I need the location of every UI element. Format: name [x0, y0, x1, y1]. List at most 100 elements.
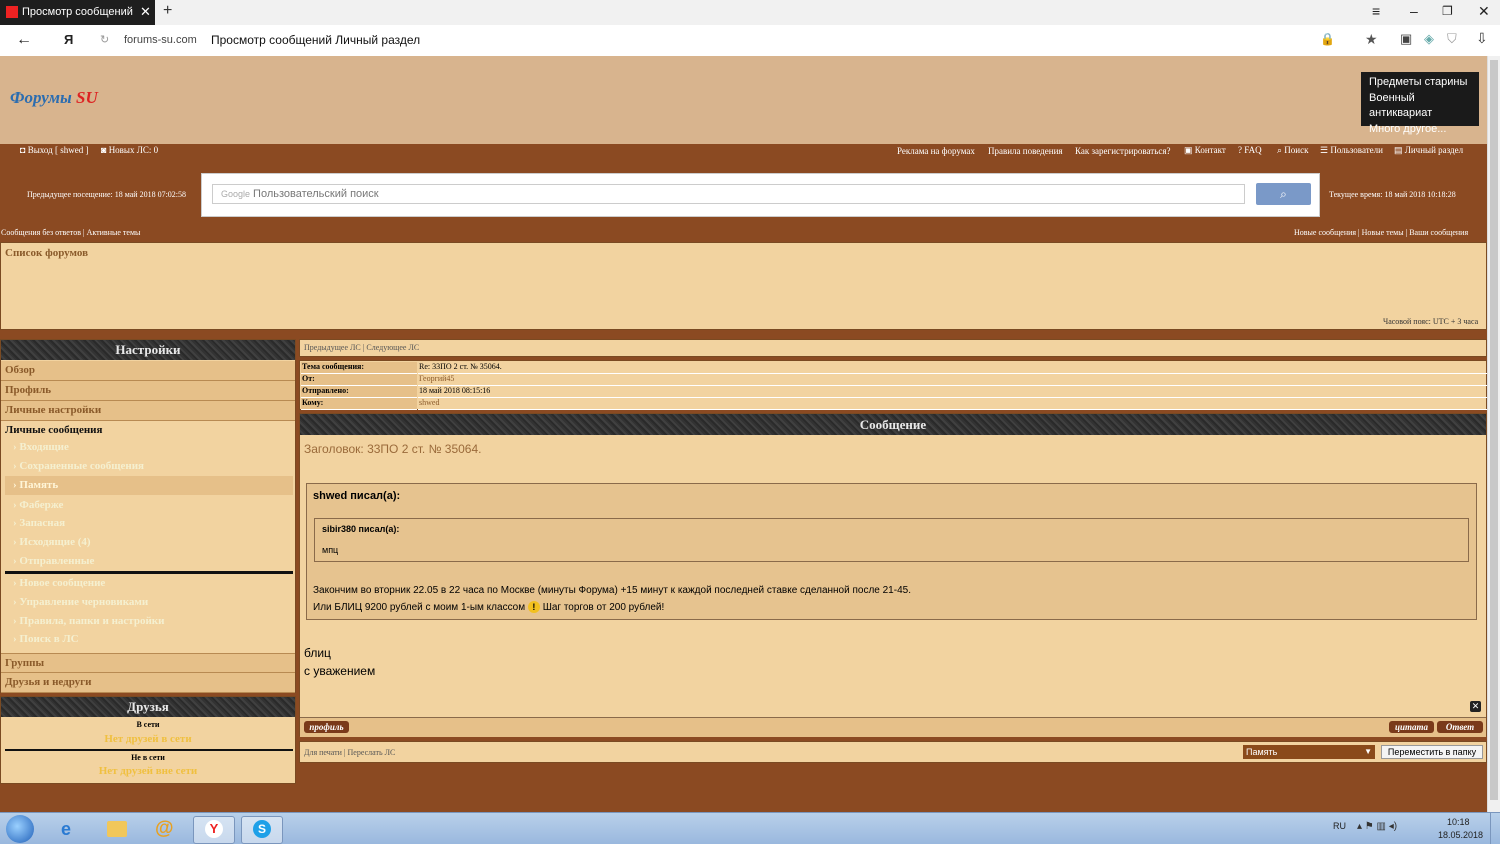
folder-select-value: Память [1246, 747, 1278, 757]
search-input[interactable]: Google Пользовательский поиск [212, 184, 1245, 204]
search-box: Google Пользовательский поиск ⌕ [201, 173, 1320, 217]
prev-next-links[interactable]: Предыдущее ЛС | Следующее ЛС [304, 343, 419, 352]
action-drafts[interactable]: › Управление черновиками [5, 593, 293, 612]
window-close-icon[interactable]: ✕ [1478, 3, 1490, 20]
ad-banner[interactable]: Предметы старины Военный антиквариат Мно… [1361, 72, 1479, 135]
sidebar-pm-section[interactable]: Личные сообщения [5, 424, 102, 436]
folder-select[interactable]: Память ▼ [1243, 745, 1375, 759]
exclamation-smiley-icon: ! [527, 601, 540, 613]
search-button[interactable]: ⌕ [1256, 183, 1311, 205]
nav-ads-link[interactable]: Реклама на форумах [897, 146, 975, 156]
download-icon[interactable]: ⇩ [1476, 30, 1488, 47]
search-icon: ⌕ [1280, 187, 1287, 201]
nav-members-link[interactable]: ☰ Пользователи [1320, 145, 1383, 156]
page-scrollbar[interactable] [1487, 56, 1500, 812]
online-empty: Нет друзей в сети [104, 733, 192, 745]
ie-icon[interactable]: e [49, 816, 89, 842]
skype-icon[interactable]: S [241, 816, 283, 844]
folder-inbox[interactable]: › Входящие [5, 438, 293, 457]
restore-icon[interactable]: ❐ [1442, 4, 1453, 18]
nav-ucp-link[interactable]: ▤ Личный раздел [1394, 145, 1463, 156]
start-button[interactable] [6, 815, 34, 843]
url-domain[interactable]: forums-su.com [124, 34, 197, 46]
logo-text: Форумы [10, 88, 77, 107]
logo-accent: SU [76, 88, 98, 107]
shield-icon[interactable]: ⛉ [1447, 31, 1457, 47]
reply-line-1: блиц [304, 646, 331, 660]
nav-contact-link[interactable]: ▣ Контакт [1184, 145, 1226, 156]
move-to-folder-button[interactable]: Переместить в папку [1381, 745, 1483, 759]
print-forward-links[interactable]: Для печати | Переслать ЛС [304, 748, 395, 757]
folder-sent[interactable]: › Отправленные [5, 552, 293, 571]
folder-label: Входящие [19, 441, 69, 453]
quote-button[interactable]: цитата [1389, 721, 1434, 733]
subnav-right[interactable]: Новые сообщения | Новые темы | Ваши сооб… [1294, 228, 1468, 237]
clock-time[interactable]: 10:18 [1447, 817, 1470, 827]
reply-line-2: с уважением [304, 664, 376, 678]
close-icon[interactable]: ✕ [140, 4, 151, 20]
folder-saved[interactable]: › Сохраненные сообщения [5, 457, 293, 476]
field-key: Отправлено: [301, 386, 417, 398]
mail-icon[interactable]: @ [145, 816, 185, 842]
current-time: Текущее время: 18 май 2018 10:18:28 [1329, 190, 1456, 199]
field-key: Тема сообщения: [301, 362, 417, 374]
logout-link[interactable]: ◘ Выход [ shwed ] [20, 145, 88, 155]
scrollbar-thumb[interactable] [1490, 60, 1498, 800]
action-search[interactable]: › Поиск в ЛС [5, 630, 293, 649]
folder-faberge[interactable]: › Фаберже [5, 496, 293, 515]
reply-button[interactable]: Ответ [1437, 721, 1483, 733]
breadcrumb-link[interactable]: Список форумов [5, 247, 88, 259]
folder-outbox[interactable]: › Исходящие (4) [5, 533, 293, 552]
browser-tab[interactable]: Просмотр сообщений Л ✕ [0, 0, 155, 25]
explorer-icon[interactable] [97, 816, 137, 842]
reload-icon[interactable]: ↻ [100, 33, 109, 46]
star-icon[interactable]: ★ [1365, 31, 1378, 48]
protect-icon[interactable]: ◈ [1424, 31, 1434, 47]
recipient-link[interactable]: shwed [418, 398, 1487, 410]
profile-button[interactable]: профиль [304, 721, 349, 733]
friends-panel: Друзья В сети Нет друзей в сети Не в сет… [0, 696, 296, 784]
field-from: От: Георгий45 [300, 374, 1487, 386]
language-indicator[interactable]: RU [1333, 821, 1346, 831]
nav-faq-link[interactable]: ? FAQ [1238, 145, 1262, 155]
show-desktop-button[interactable] [1490, 813, 1500, 844]
report-close-icon[interactable]: ✕ [1470, 701, 1481, 712]
field-value: Re: 33ПО 2 ст. № 35064. [418, 362, 1487, 374]
nav-register-link[interactable]: Как зарегистрироваться? [1075, 146, 1170, 156]
sidebar-header: Настройки [1, 340, 295, 360]
lock-icon[interactable]: 🔒 [1320, 32, 1335, 46]
sender-link[interactable]: Георгий45 [418, 374, 1487, 386]
yandex-icon[interactable]: Я [64, 32, 73, 47]
url-title[interactable]: Просмотр сообщений Личный раздел [211, 33, 420, 47]
message-heading: Заголовок: 33ПО 2 ст. № 35064. [304, 442, 482, 456]
sidebar-item-profile[interactable]: Профиль [1, 381, 295, 401]
menu-icon[interactable]: ≡ [1372, 3, 1380, 19]
extension-icon[interactable]: ▣ [1400, 31, 1412, 47]
message-footer: Для печати | Переслать ЛС Память ▼ Перем… [299, 741, 1487, 763]
tray-icons[interactable]: ▴ ⚑ ▥ ◂) [1357, 821, 1397, 832]
yandex-browser-icon[interactable]: Y [193, 816, 235, 844]
action-rules[interactable]: › Правила, папки и настройки [5, 612, 293, 631]
sidebar-item-friends[interactable]: Друзья и недруги [1, 673, 295, 693]
new-tab-button[interactable]: + [163, 2, 172, 20]
message-nav: Предыдущее ЛС | Следующее ЛС [299, 339, 1487, 357]
new-pm-link[interactable]: ◙ Новых ЛС: 0 [101, 145, 158, 155]
nav-rules-link[interactable]: Правила поведения [988, 146, 1063, 156]
nav-search-link[interactable]: ⌕ Поиск [1277, 145, 1308, 156]
subnav-left[interactable]: Сообщения без ответов | Активные темы [1, 228, 140, 237]
message-body: Сообщение Заголовок: 33ПО 2 ст. № 35064.… [299, 413, 1487, 737]
sidebar-item-overview[interactable]: Обзор [1, 361, 295, 381]
online-label: В сети [136, 720, 160, 729]
quote-line-2b: Шаг торгов от 200 рублей! [542, 602, 665, 613]
sidebar-item-groups[interactable]: Группы [1, 653, 295, 673]
google-brand: Google [221, 189, 251, 199]
action-new-message[interactable]: › Новое сообщение [5, 574, 293, 593]
address-bar: ← Я ↻ forums-su.com Просмотр сообщений Л… [0, 25, 1500, 57]
folder-spare[interactable]: › Запасная [5, 514, 293, 533]
folder-memory[interactable]: › Память [5, 476, 293, 495]
back-arrow-icon[interactable]: ← [16, 31, 32, 49]
minimize-icon[interactable]: – [1410, 3, 1418, 19]
sidebar-item-prefs[interactable]: Личные настройки [1, 401, 295, 421]
site-logo[interactable]: Форумы SU [10, 88, 98, 108]
clock-date[interactable]: 18.05.2018 [1438, 830, 1483, 840]
